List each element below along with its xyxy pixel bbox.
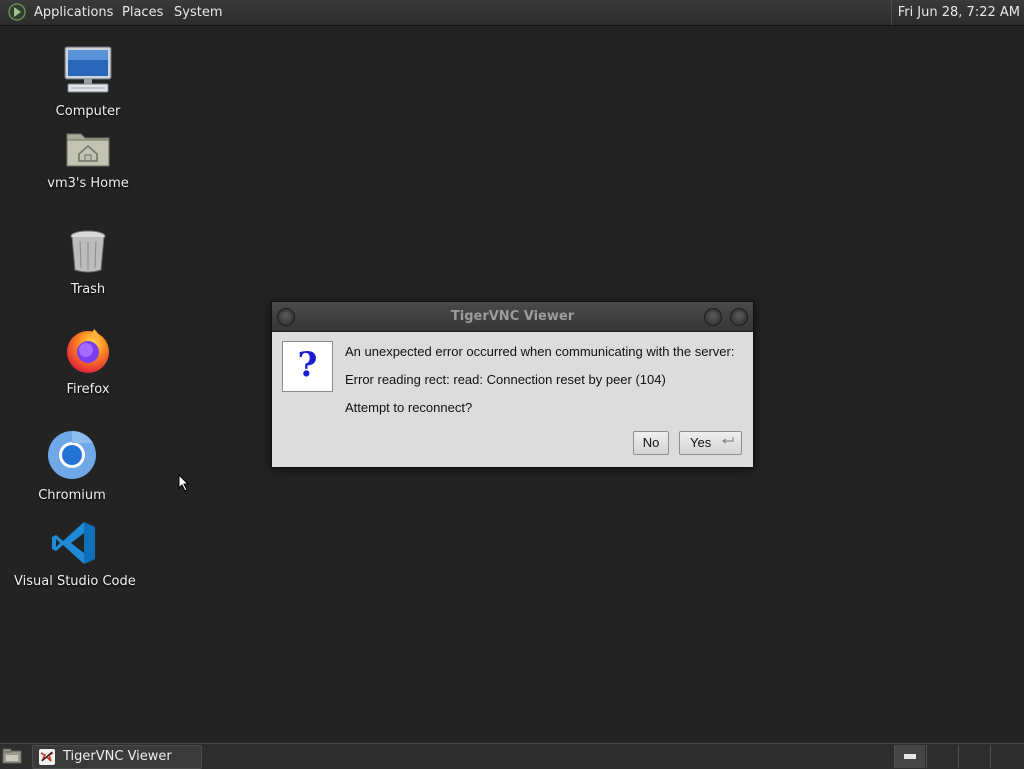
question-icon: ? [282,341,333,392]
desktop-icon-label: Visual Studio Code [14,574,136,589]
desktop-icon-label: Chromium [38,488,106,503]
yes-button[interactable]: Yes [679,431,742,455]
desktop-icon-label: Firefox [66,382,110,397]
taskbar-window-button[interactable]: TigerVNC Viewer [32,745,202,769]
workspace-3[interactable] [958,745,989,768]
top-panel: Applications Places System Fri Jun 28, 7… [0,0,1024,26]
home-folder-icon [66,133,110,167]
desktop-icon-vscode[interactable]: Visual Studio Code [14,520,136,589]
no-button[interactable]: No [633,431,669,455]
taskbar-window-label: TigerVNC Viewer [63,749,172,764]
error-message-line: An unexpected error occurred when commun… [345,344,735,359]
desktop-icon-label: vm3's Home [47,176,129,191]
places-menu[interactable]: Places [122,0,163,25]
dialog-titlebar[interactable]: TigerVNC Viewer [272,302,753,332]
desktop-icon-label: Computer [55,104,121,119]
applications-menu[interactable]: Applications [34,0,113,25]
close-button[interactable] [730,308,748,326]
computer-icon [64,46,112,93]
show-desktop-icon[interactable] [2,748,22,764]
yes-button-label: Yes [690,435,712,450]
mouse-cursor-icon [178,474,190,492]
dialog-title: TigerVNC Viewer [450,309,575,324]
desktop-icon-firefox[interactable]: Firefox [28,326,148,397]
workspace-window-preview [904,754,916,759]
workspace-2[interactable] [926,745,957,768]
clock[interactable]: Fri Jun 28, 7:22 AM [890,0,1024,25]
workspace-4[interactable] [990,745,1023,768]
system-menu[interactable]: System [174,0,222,25]
tigervnc-icon [39,749,55,765]
enter-key-icon [722,437,734,444]
trash-icon [70,230,106,273]
firefox-icon [67,329,109,373]
workspace-1[interactable] [894,745,925,768]
error-dialog: TigerVNC Viewer ? An unexpected error oc… [271,301,754,468]
bottom-taskbar: TigerVNC Viewer [0,743,1024,769]
desktop-icon-label: Trash [70,282,106,297]
desktop-icon-home[interactable]: vm3's Home [28,128,148,191]
minimize-button[interactable] [704,308,722,326]
desktop-icon-chromium[interactable]: Chromium [12,430,132,503]
chromium-icon [48,430,96,479]
reconnect-prompt: Attempt to reconnect? [345,400,473,415]
desktop-icon-computer[interactable]: Computer [28,44,148,119]
applications-menu-icon[interactable] [8,3,26,21]
error-detail-line: Error reading rect: read: Connection res… [345,372,666,387]
desktop-icon-trash[interactable]: Trash [28,228,148,297]
vscode-icon [52,522,95,564]
